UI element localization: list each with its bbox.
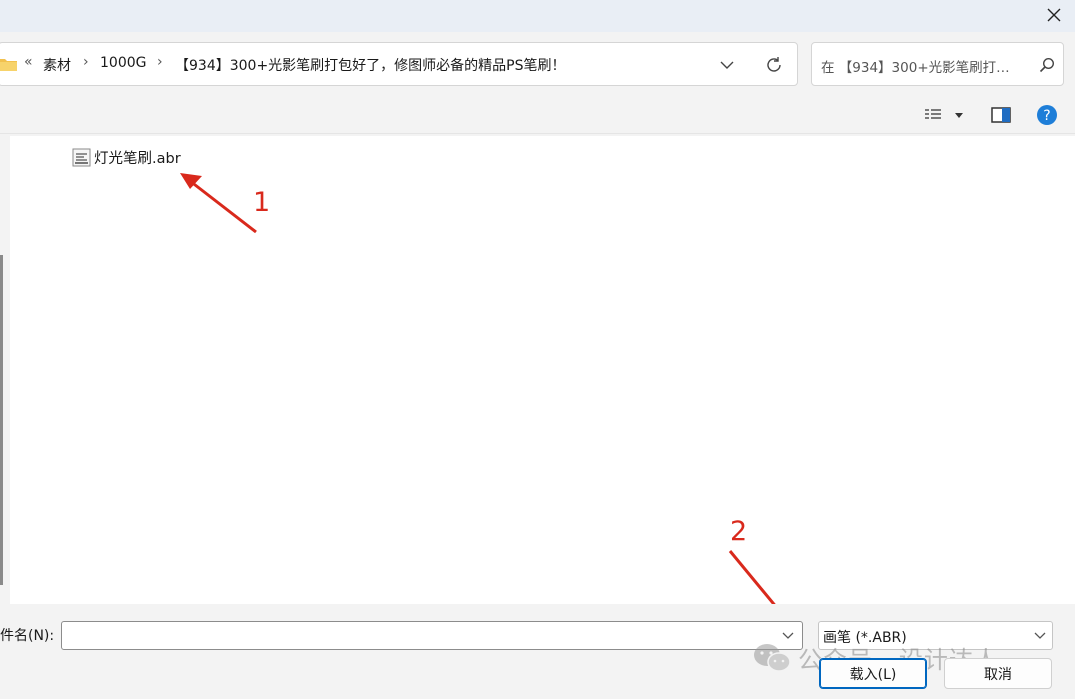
annotation-arrows: [180, 173, 827, 669]
annotation-arrow-1: [180, 173, 257, 234]
chevron-down-icon[interactable]: [1034, 632, 1046, 640]
filename-input[interactable]: [61, 621, 803, 650]
annotation-number-2: 2: [730, 516, 748, 547]
cancel-button[interactable]: 取消: [944, 658, 1052, 689]
filename-label: 件名(N):: [0, 628, 55, 644]
filetype-select[interactable]: 画笔 (*.ABR): [818, 621, 1053, 650]
chevron-down-icon[interactable]: [782, 632, 794, 640]
annotation-number-1: 1: [253, 187, 271, 218]
load-button[interactable]: 载入(L): [819, 658, 927, 689]
filetype-value[interactable]: 画笔 (*.ABR): [823, 627, 907, 647]
